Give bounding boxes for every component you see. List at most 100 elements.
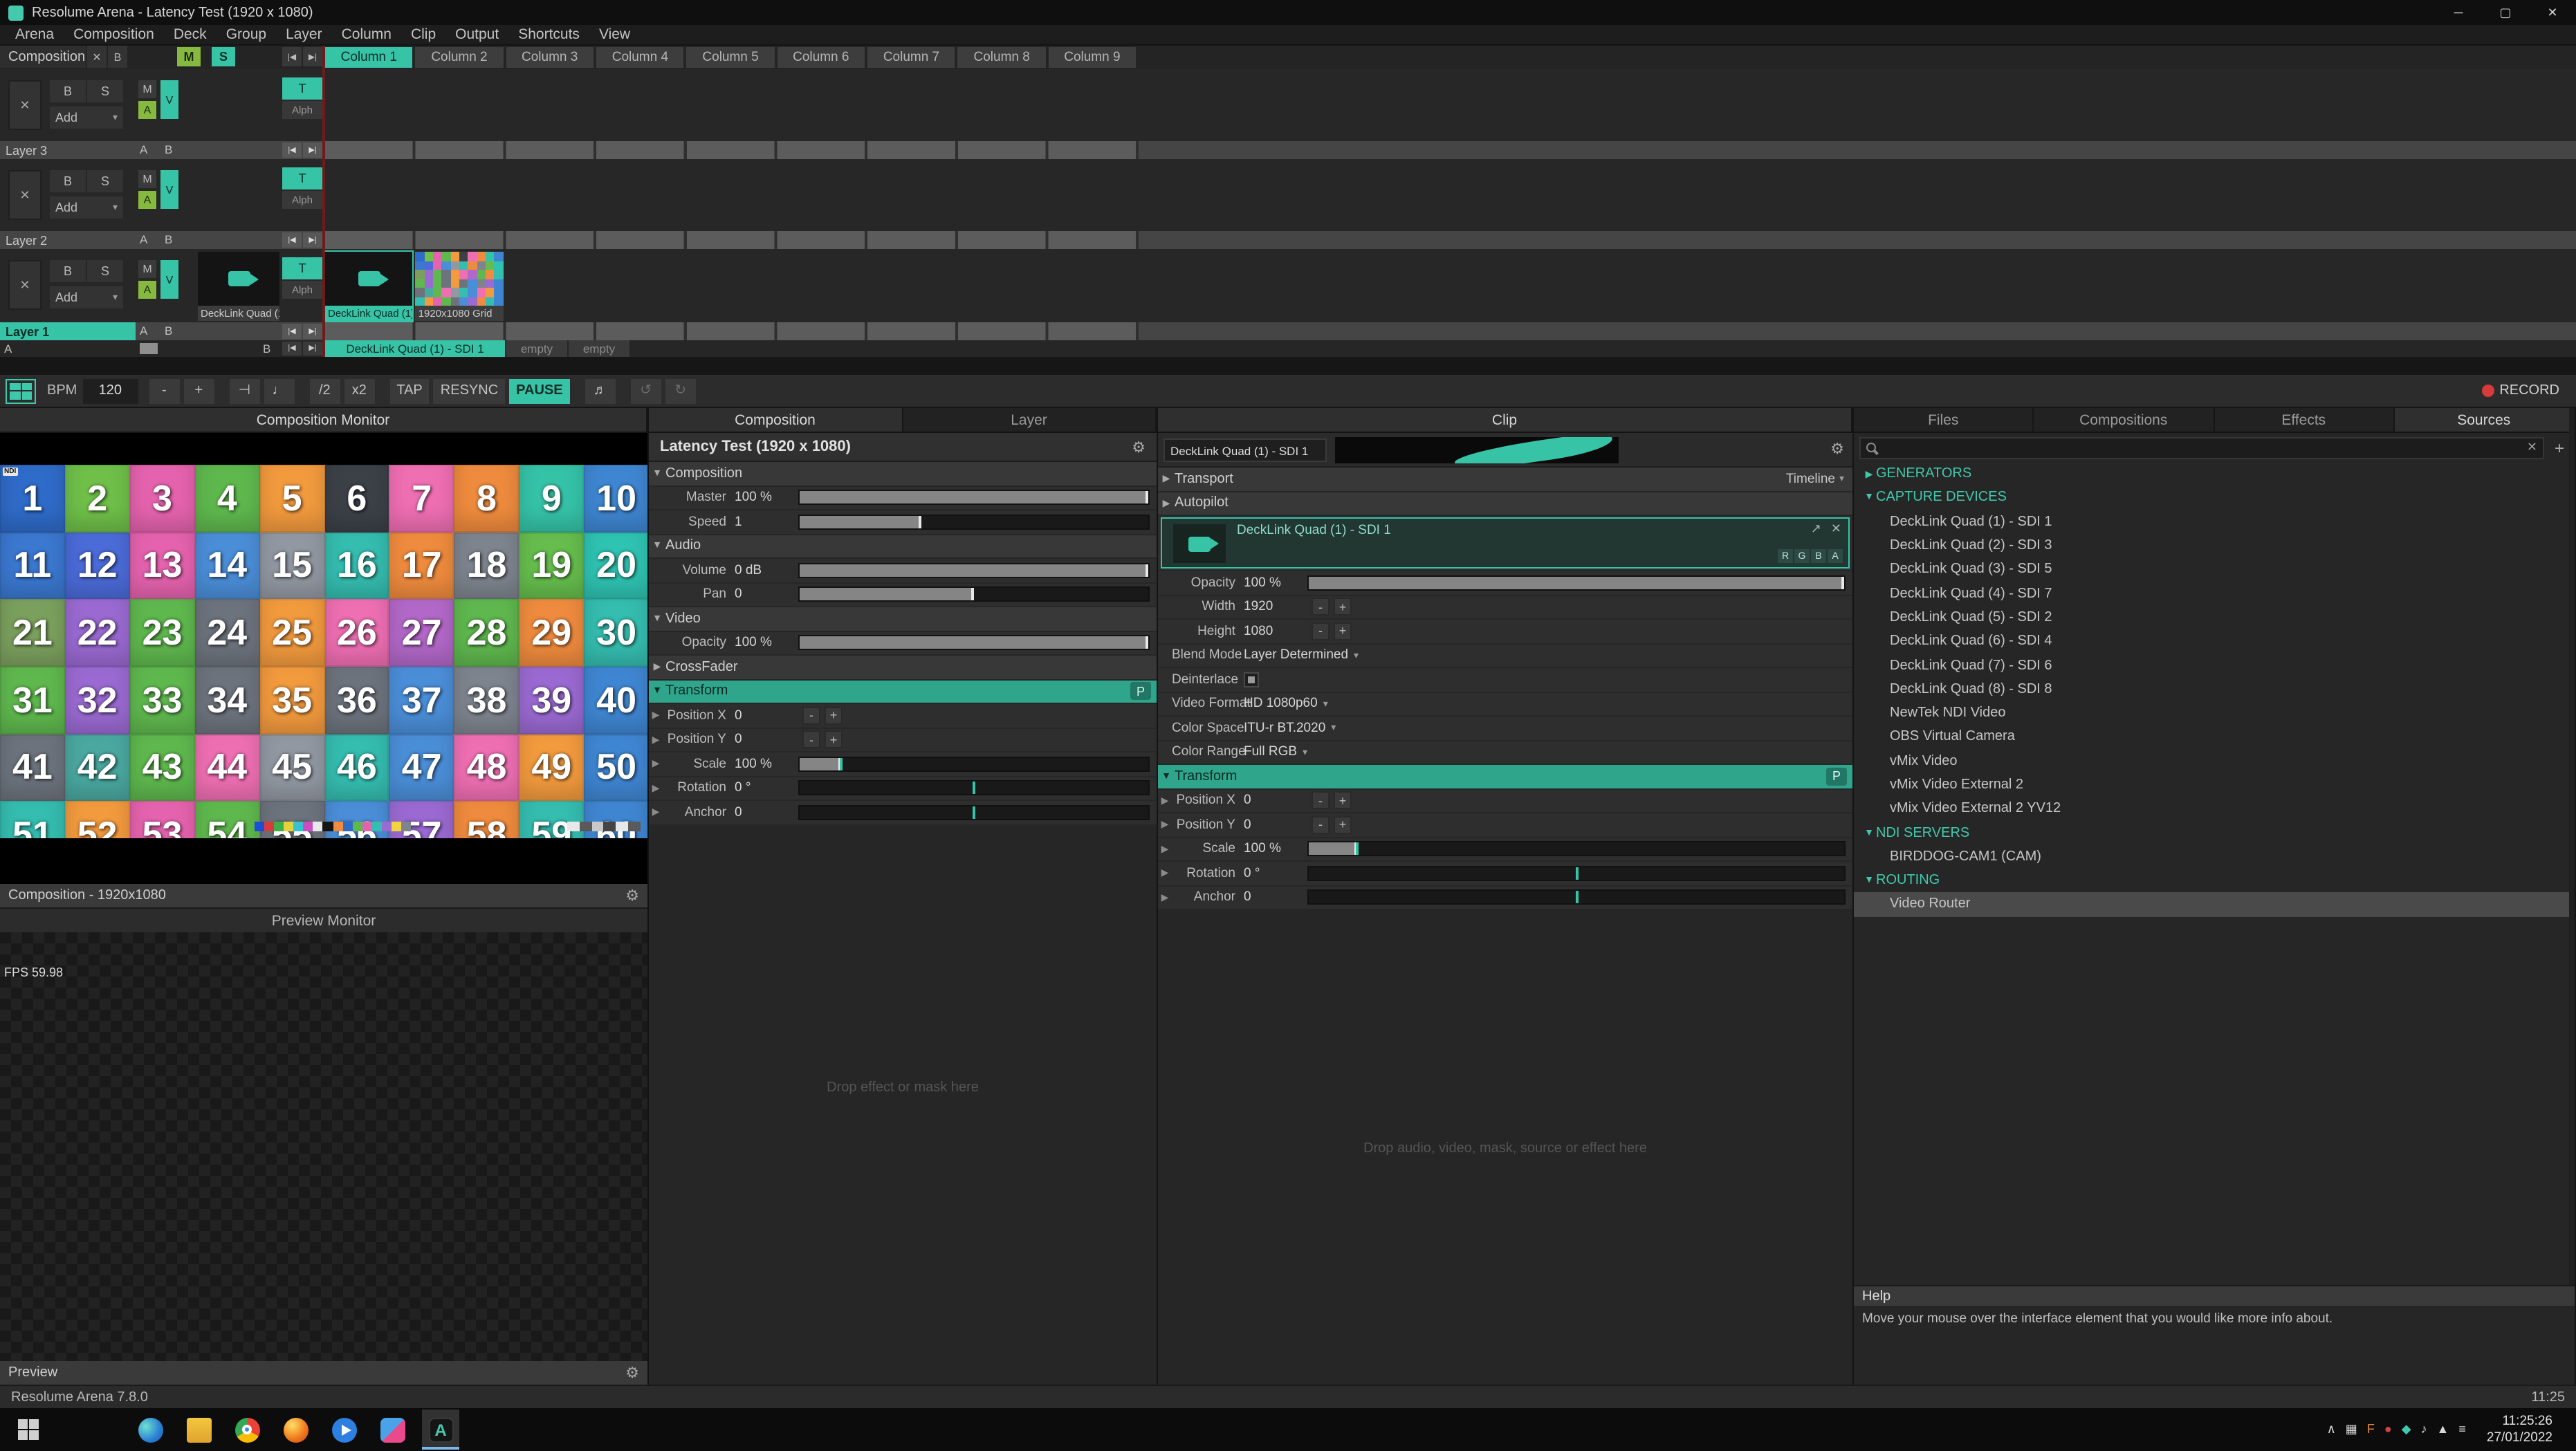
timeline-dropdown[interactable]: Timeline▾	[1786, 472, 1844, 487]
chevron-down-icon[interactable]: ▾	[1331, 723, 1336, 734]
increment-button[interactable]: +	[825, 731, 843, 749]
tray-icon-3[interactable]: ●	[2384, 1422, 2392, 1437]
channel-g-button[interactable]: G	[1794, 549, 1810, 563]
tree-item-decklink-quad-3-sdi-5[interactable]: DeckLink Quad (3) - SDI 5	[1854, 557, 2575, 582]
composition-master-button[interactable]: M	[177, 47, 201, 66]
taskbar-app-photos[interactable]	[374, 1410, 411, 1450]
taskbar-app-edge[interactable]	[131, 1410, 169, 1450]
layer-thumbnail-toggle[interactable]: T	[282, 77, 322, 100]
search-clear-icon[interactable]: ✕	[2527, 440, 2537, 455]
composition-close-button[interactable]: ✕	[87, 46, 107, 68]
column-header-6[interactable]: Column 6	[778, 47, 865, 68]
tree-item-birddog-cam1-cam[interactable]: BIRDDOG-CAM1 (CAM)	[1854, 845, 2575, 869]
undo-button[interactable]: ↺	[631, 378, 661, 403]
increment-button[interactable]: +	[825, 707, 843, 725]
layer-audio-button[interactable]: A	[138, 191, 156, 209]
menu-view[interactable]: View	[589, 26, 640, 43]
clip-decklink-quad-1[interactable]: DeckLink Quad (1)...	[325, 252, 413, 321]
layer-crossfader-a[interactable]: A	[140, 141, 147, 159]
tree-group-capture-devices[interactable]: ▼CAPTURE DEVICES	[1854, 486, 2575, 510]
tab-composition-monitor[interactable]: Composition Monitor	[0, 408, 647, 432]
param-value[interactable]: 0 °	[735, 781, 798, 796]
section-transport[interactable]: ▶TransportTimeline▾	[1158, 468, 1852, 492]
channel-b-button[interactable]: B	[1811, 549, 1826, 563]
decrement-button[interactable]: -	[802, 731, 820, 749]
add-source-button[interactable]: +	[2550, 438, 2569, 457]
param-value[interactable]: HD 1080p60	[1244, 696, 1318, 712]
tree-item-decklink-quad-6-sdi-4[interactable]: DeckLink Quad (6) - SDI 4	[1854, 629, 2575, 654]
param-value[interactable]: 0	[1244, 793, 1307, 808]
composition-grid-icon[interactable]	[6, 378, 36, 403]
preview-monitor-header[interactable]: Preview Monitor	[0, 907, 647, 932]
layer-add-dropdown[interactable]: Add▾	[50, 286, 123, 308]
layer-audio-button[interactable]: A	[138, 281, 156, 299]
tap-button[interactable]: TAP	[389, 378, 429, 403]
tab-files[interactable]: Files	[1854, 408, 2034, 432]
param-value[interactable]: 100 %	[1244, 842, 1307, 857]
pin-button[interactable]: P	[1130, 683, 1151, 701]
decrement-button[interactable]: -	[1312, 792, 1330, 810]
layer-close-button[interactable]: ✕	[8, 170, 42, 220]
menu-clip[interactable]: Clip	[401, 26, 445, 43]
menu-output[interactable]: Output	[445, 26, 508, 43]
param-value[interactable]: Full RGB	[1244, 745, 1297, 760]
layer-video-button[interactable]: V	[160, 80, 178, 119]
column-header-9[interactable]: Column 9	[1049, 47, 1137, 68]
quantize-button[interactable]: ⊣	[229, 378, 259, 403]
bpm-double-button[interactable]: x2	[344, 378, 374, 403]
tab-compositions[interactable]: Compositions	[2034, 408, 2215, 432]
decrement-button[interactable]: -	[802, 707, 820, 725]
section-transform[interactable]: ▼TransformP	[649, 680, 1157, 704]
layer-solo-button[interactable]: S	[87, 260, 123, 282]
layer-mute-button[interactable]: M	[138, 260, 156, 278]
menu-arena[interactable]: Arena	[6, 26, 64, 43]
preview-settings-gear-icon[interactable]: ⚙	[625, 1364, 639, 1382]
tray-icon-4[interactable]: ◆	[2402, 1422, 2411, 1437]
taskbar-app-firefox[interactable]	[277, 1410, 314, 1450]
tray-icon-7[interactable]: ≡	[2458, 1422, 2466, 1437]
layer-crossfader-b[interactable]: B	[165, 322, 172, 340]
empty-clip-slot[interactable]: empty	[506, 340, 567, 357]
chevron-down-icon[interactable]: ▾	[1323, 699, 1328, 710]
layer-prev-clip-button[interactable]: |◀	[282, 324, 302, 339]
decrement-button[interactable]: -	[1312, 598, 1330, 616]
expand-icon[interactable]: ↗	[1811, 521, 1821, 537]
section-transform[interactable]: ▼TransformP	[1158, 765, 1852, 789]
chevron-down-icon[interactable]: ▾	[1303, 747, 1307, 758]
chevron-down-icon[interactable]: ▼	[1862, 828, 1876, 838]
param-value[interactable]: 0	[1244, 817, 1307, 833]
layer-name[interactable]: Layer 2	[0, 231, 136, 249]
layer-add-dropdown[interactable]: Add▾	[50, 107, 123, 129]
composition-bypass-button[interactable]: B	[108, 46, 127, 68]
column-header-4[interactable]: Column 4	[596, 47, 684, 68]
layer-name[interactable]: Layer 1	[0, 322, 136, 340]
column-header-7[interactable]: Column 7	[867, 47, 955, 68]
param-value[interactable]: ITU-r BT.2020	[1244, 721, 1325, 736]
menu-column[interactable]: Column	[332, 26, 401, 43]
tree-item-decklink-quad-5-sdi-2[interactable]: DeckLink Quad (5) - SDI 2	[1854, 606, 2575, 630]
param-value[interactable]: 100 %	[735, 490, 798, 506]
param-value[interactable]: Layer Determined	[1244, 648, 1348, 663]
param-slider[interactable]	[798, 490, 1150, 506]
param-value[interactable]: 0	[735, 587, 798, 602]
param-value[interactable]: 0 °	[1244, 866, 1307, 881]
menu-layer[interactable]: Layer	[276, 26, 332, 43]
param-value[interactable]: 0	[735, 708, 798, 723]
param-slider[interactable]	[1307, 575, 1846, 591]
menu-deck[interactable]: Deck	[164, 26, 217, 43]
redo-button[interactable]: ↻	[665, 378, 696, 403]
param-value[interactable]: 100 %	[1244, 575, 1307, 591]
param-slider[interactable]	[798, 805, 1150, 820]
tray-icon-6[interactable]: ▲	[2437, 1422, 2449, 1437]
param-value[interactable]: 1920	[1244, 600, 1307, 615]
layer-alpha-label[interactable]: Alph	[282, 191, 322, 209]
crossfader-b-label[interactable]: B	[263, 340, 270, 357]
param-value[interactable]: 1	[735, 515, 798, 530]
tab-composition[interactable]: Composition	[649, 408, 903, 432]
column-header-3[interactable]: Column 3	[506, 47, 594, 68]
layer-mute-button[interactable]: M	[138, 170, 156, 188]
tray-chevron-icon[interactable]: ∧	[2327, 1422, 2336, 1437]
deck-next-button[interactable]: ▶|	[303, 47, 322, 66]
layer-name[interactable]: Layer 3	[0, 141, 136, 159]
resync-button[interactable]: RESYNC	[434, 378, 505, 403]
